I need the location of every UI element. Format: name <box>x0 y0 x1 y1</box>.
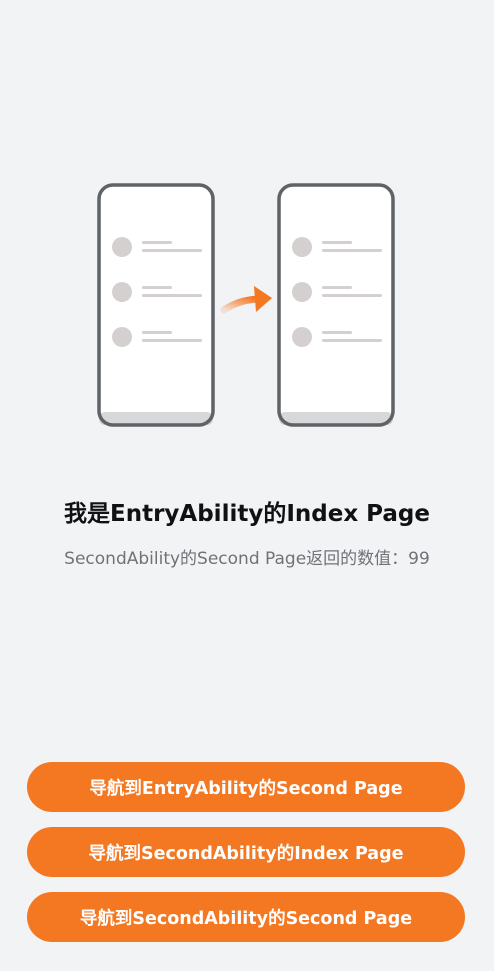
phone-left-icon <box>97 183 215 427</box>
nav-second-ability-index-page-button[interactable]: 导航到SecondAbility的Index Page <box>27 827 465 877</box>
screen: 我是EntryAbility的Index Page SecondAbility的… <box>0 0 494 971</box>
nav-entry-second-page-button[interactable]: 导航到EntryAbility的Second Page <box>27 762 465 812</box>
nav-second-ability-second-page-button[interactable]: 导航到SecondAbility的Second Page <box>27 892 465 942</box>
page-navigation-illustration <box>97 183 395 427</box>
phone-right-icon <box>277 183 395 427</box>
arrow-right-icon <box>220 286 272 314</box>
page-title: 我是EntryAbility的Index Page <box>64 501 430 527</box>
result-text: SecondAbility的Second Page返回的数值：99 <box>64 549 430 569</box>
